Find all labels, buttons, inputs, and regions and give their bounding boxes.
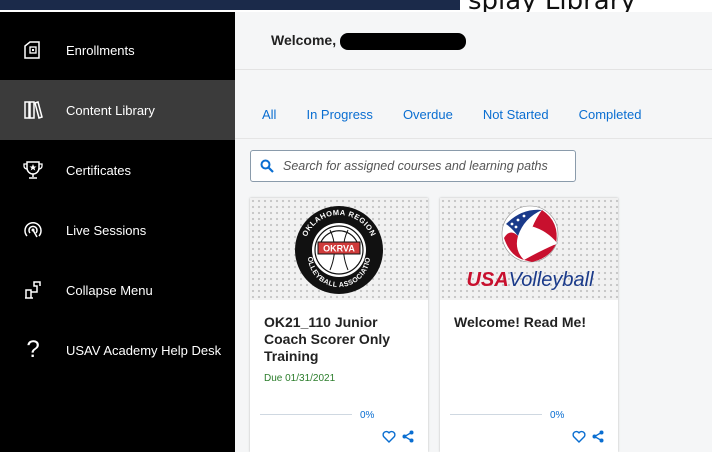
sidebar-item-label: Collapse Menu [66, 282, 153, 298]
favorite-heart-icon[interactable] [382, 430, 396, 443]
sidebar-item-label: Enrollments [66, 42, 135, 58]
live-sessions-icon [0, 220, 66, 240]
sidebar-item-content-library[interactable]: Content Library [0, 80, 235, 140]
sidebar-item-help-desk[interactable]: ? USAV Academy Help Desk [0, 320, 235, 380]
sidebar-item-label: USAV Academy Help Desk [66, 342, 222, 358]
search-icon [260, 159, 274, 173]
okrva-logo: OKRVA OKLAHOMA REGION VOLLEYBALL ASSOCIA… [250, 198, 383, 294]
sidebar-item-label: Content Library [66, 102, 155, 118]
course-title[interactable]: Welcome! Read Me! [454, 314, 614, 331]
sidebar-item-label: Live Sessions [66, 222, 147, 238]
enrollments-icon [0, 40, 66, 60]
tab-not-started[interactable]: Not Started [483, 107, 549, 122]
course-title[interactable]: OK21_110 Junior Coach Scorer Only Traini… [264, 314, 424, 365]
logo-badge-text: OKRVA [323, 244, 355, 254]
sidebar-item-live-sessions[interactable]: Live Sessions [0, 200, 235, 260]
tabs-divider [235, 138, 712, 139]
top-bar: splay Library [0, 0, 712, 12]
tab-in-progress[interactable]: In Progress [306, 107, 372, 122]
course-card[interactable]: OKRVA OKLAHOMA REGION VOLLEYBALL ASSOCIA… [250, 198, 428, 452]
page-header: Welcome, [235, 12, 712, 70]
welcome-text: Welcome, [271, 32, 337, 48]
trophy-icon [0, 160, 66, 180]
tab-overdue[interactable]: Overdue [403, 107, 453, 122]
progress-percent: 0% [550, 410, 565, 421]
usa-volleyball-wordmark: USAVolleyball [466, 269, 594, 291]
progress-bar [450, 414, 542, 415]
progress-bar [260, 414, 352, 415]
search-input[interactable] [283, 159, 573, 173]
search-box [250, 150, 576, 182]
sidebar-item-enrollments[interactable]: Enrollments [0, 20, 235, 80]
tab-all[interactable]: All [262, 107, 276, 122]
share-icon[interactable] [592, 430, 604, 443]
course-thumbnail: USAVolleyball [440, 198, 618, 300]
sidebar-item-label: Certificates [66, 162, 132, 178]
sidebar-item-certificates[interactable]: Certificates [0, 140, 235, 200]
sidebar: Enrollments Content Library Certificates… [0, 12, 235, 452]
tab-completed[interactable]: Completed [579, 107, 642, 122]
redacted-username [340, 33, 466, 50]
course-card[interactable]: USAVolleyball Welcome! Read Me! 0% [440, 198, 618, 452]
help-icon: ? [26, 336, 40, 363]
course-thumbnail: OKRVA OKLAHOMA REGION VOLLEYBALL ASSOCIA… [250, 198, 428, 300]
filter-tabs: All In Progress Overdue Not Started Comp… [262, 107, 671, 122]
favorite-heart-icon[interactable] [572, 430, 586, 443]
share-icon[interactable] [402, 430, 414, 443]
due-date: Due 01/31/2021 [264, 373, 336, 384]
progress-percent: 0% [360, 410, 375, 421]
main-content: All In Progress Overdue Not Started Comp… [235, 70, 712, 452]
collapse-icon [0, 280, 66, 300]
top-stripe [0, 0, 460, 10]
library-icon [0, 100, 66, 120]
sidebar-item-collapse-menu[interactable]: Collapse Menu [0, 260, 235, 320]
usa-volleyball-logo: USAVolleyball [466, 205, 594, 291]
top-overflow-text: splay Library [468, 0, 636, 12]
